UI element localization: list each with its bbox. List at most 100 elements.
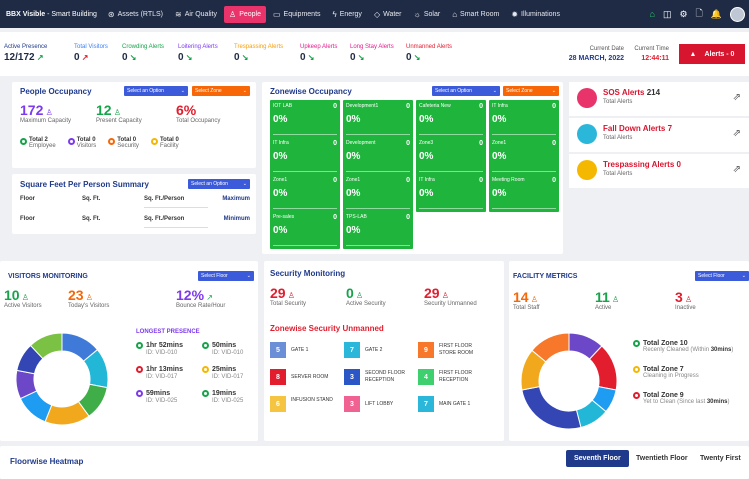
zone-tile[interactable]: Development1 0 0% (343, 100, 413, 138)
security-zone-chip[interactable]: 5 (270, 342, 286, 358)
top-nav-bar: BBX Visible - Smart Building ⊛ Assets (RT… (0, 0, 749, 28)
zone-tile[interactable]: Zone3 0 0% (416, 137, 486, 175)
document-icon[interactable]: 🗋 (696, 6, 703, 22)
zone-tile[interactable]: IT Infra 0 0% (489, 100, 559, 138)
status-ring-icon (202, 390, 209, 397)
nav-item-illuminations[interactable]: ✹ Illuminations (506, 6, 565, 23)
zone-tile-head: Development1 0 (346, 103, 410, 110)
share-icon[interactable]: ⇗ (733, 128, 741, 139)
current-time-label: Current Time (634, 46, 669, 52)
presence-time: 1hr 52mins (146, 341, 183, 349)
alert-card-fall-down[interactable]: Fall Down Alerts 7 Total Alerts ⇗ (569, 118, 749, 152)
zone-progress-bar (273, 134, 337, 135)
people-zone-select[interactable]: Select Zone ⌄ (192, 86, 250, 96)
zone-tile[interactable]: Cafeteria New 0 0% (416, 100, 486, 138)
heatmap-tab[interactable]: Twentieth Floor (634, 450, 690, 467)
fall-down-icon (577, 124, 597, 144)
people-type-tags: Total 2 Employee Total 0 Visitors Total 0 Sec… (20, 137, 179, 149)
security-zone-label: INFUSION STAND (291, 397, 333, 403)
nav-item-assets-rtls[interactable]: ⊛ Assets (RTLS) (103, 6, 168, 23)
sqft-option-select[interactable]: Select an Option ⌄ (188, 179, 250, 189)
total-security: 29 ♙ Total Security (270, 285, 306, 307)
alert-card-sos[interactable]: SOS Alerts 214 Total Alerts ⇗ (569, 82, 749, 116)
avatar[interactable] (730, 6, 745, 22)
zone-tile-head: IT Infra 0 (273, 140, 337, 147)
facility-floor-select[interactable]: Select Floor ⌄ (695, 271, 749, 281)
top-icons: ⌂ ◫ ⚙ 🗋 🔔 (650, 6, 745, 22)
nav-item-air-quality[interactable]: ≋ Air Quality (170, 6, 222, 23)
heatmap-tab[interactable]: Seventh Floor (566, 450, 629, 467)
zone-name: Development1 (346, 103, 379, 109)
bell-icon[interactable]: 🔔 (711, 9, 722, 20)
nav-item-equipments[interactable]: ▭ Equipments (268, 6, 326, 23)
facility-legend-sub: Cleaning in Progress (643, 373, 699, 379)
zone-percent: 0% (273, 188, 288, 199)
sqft-cell-floor: Floor (20, 216, 35, 222)
zone-count: 0 (406, 103, 410, 110)
nav-item-energy[interactable]: ϟ Energy (328, 6, 367, 23)
chevron-down-icon: ⌄ (741, 273, 746, 279)
people-icon: ♙ (83, 293, 93, 302)
people-tag-sub: Security (117, 143, 139, 149)
zone-tile[interactable]: Zone1 0 0% (343, 174, 413, 212)
todays-visitors: 23 ♙ Today's Visitors (68, 287, 109, 309)
zone-tile[interactable]: Meeting Room 0 0% (489, 174, 559, 212)
heatmap-tab[interactable]: Twenty First (698, 450, 743, 467)
zone-count: 0 (479, 177, 483, 184)
security-zone-chip[interactable]: 6 (270, 396, 286, 412)
zonewise-security-title: Zonewise Security Unmanned (270, 324, 384, 333)
active-staff-value: 11 (595, 289, 610, 305)
nav-item-solar[interactable]: ☼ Solar (409, 6, 446, 23)
zone-tile[interactable]: Zone1 0 0% (270, 174, 340, 212)
zone-tile-head: Development 0 (346, 140, 410, 147)
zone-tile[interactable]: IT Infra 0 0% (416, 174, 486, 212)
trend-flat-icon: ↘ (239, 53, 249, 62)
share-icon[interactable]: ⇗ (733, 92, 741, 103)
facility-metrics-card: FACILITY METRICS Select Floor ⌄ 14 ♙ Tota… (509, 261, 749, 441)
nav-item-label: Smart Room (460, 10, 500, 18)
zonewise-zone-select[interactable]: Select Zone ⌄ (503, 86, 559, 96)
security-zone-label: SERVER ROOM (291, 374, 329, 380)
zone-tile[interactable]: TPS-LAB 0 0% (343, 211, 413, 249)
zone-count: 0 (406, 177, 410, 184)
home-icon[interactable]: ⌂ (650, 9, 655, 19)
presence-id: ID: VID-017 (212, 374, 244, 380)
security-zone-chip[interactable]: 8 (270, 369, 286, 385)
sqft-cell-sqft: Sq. Ft. (82, 216, 101, 222)
security-zone-chip[interactable]: 7 (418, 396, 434, 412)
nav-item-people[interactable]: ♙ People (224, 5, 266, 23)
zone-tile[interactable]: IOT LAB 0 0% (270, 100, 340, 138)
grid-icon[interactable]: ◫ (663, 9, 672, 20)
alerts-button[interactable]: ▲ Alerts - 0 (679, 44, 745, 64)
zone-tile[interactable]: Zone1 0 0% (489, 137, 559, 175)
security-zone-chip[interactable]: 3 (344, 369, 360, 385)
security-unmanned-value: 29 (424, 285, 440, 301)
zone-count: 0 (333, 214, 337, 221)
zonewise-option-select-label: Select an Option (435, 88, 472, 94)
zone-tile[interactable]: Development 0 0% (343, 137, 413, 175)
security-zone-chip[interactable]: 4 (418, 369, 434, 385)
security-zone-chip[interactable]: 7 (344, 342, 360, 358)
zone-tile[interactable]: IT Infra 0 0% (270, 137, 340, 175)
share-icon[interactable]: ⇗ (733, 164, 741, 175)
security-zone-chip[interactable]: 3 (344, 396, 360, 412)
security-zone-chip[interactable]: 9 (418, 342, 434, 358)
inactive-staff-value: 3 (675, 289, 683, 305)
facility-legend-sub: Yet to Clean (Since last 30mins) (643, 399, 730, 405)
alert-card-title: Trespassing Alerts 0 (603, 160, 681, 169)
nav-item-smart-room[interactable]: ⌂ Smart Room (447, 6, 504, 23)
zone-percent: 0% (492, 114, 507, 125)
total-security-value: 29 (270, 285, 286, 301)
security-zone-label: LIFT LOBBY (365, 401, 394, 407)
visitors-floor-select[interactable]: Select Floor ⌄ (198, 271, 254, 281)
stat-label: Crowding Alerts (122, 44, 165, 50)
nav-item-water[interactable]: ◇ Water (369, 6, 407, 23)
zone-tile[interactable]: Pre-sales 0 0% (270, 211, 340, 249)
settings-icon[interactable]: ⚙ (679, 9, 687, 20)
alert-card-trespassing[interactable]: Trespassing Alerts 0 Total Alerts ⇗ (569, 154, 749, 188)
longest-presence-item: 59mins ID: VID-025 (136, 389, 177, 404)
people-option-select[interactable]: Select an Option ⌄ (124, 86, 188, 96)
sqft-underline (144, 227, 208, 228)
zonewise-option-select[interactable]: Select an Option ⌄ (432, 86, 500, 96)
people-tag-facility: Total 0 Facility (150, 137, 179, 149)
